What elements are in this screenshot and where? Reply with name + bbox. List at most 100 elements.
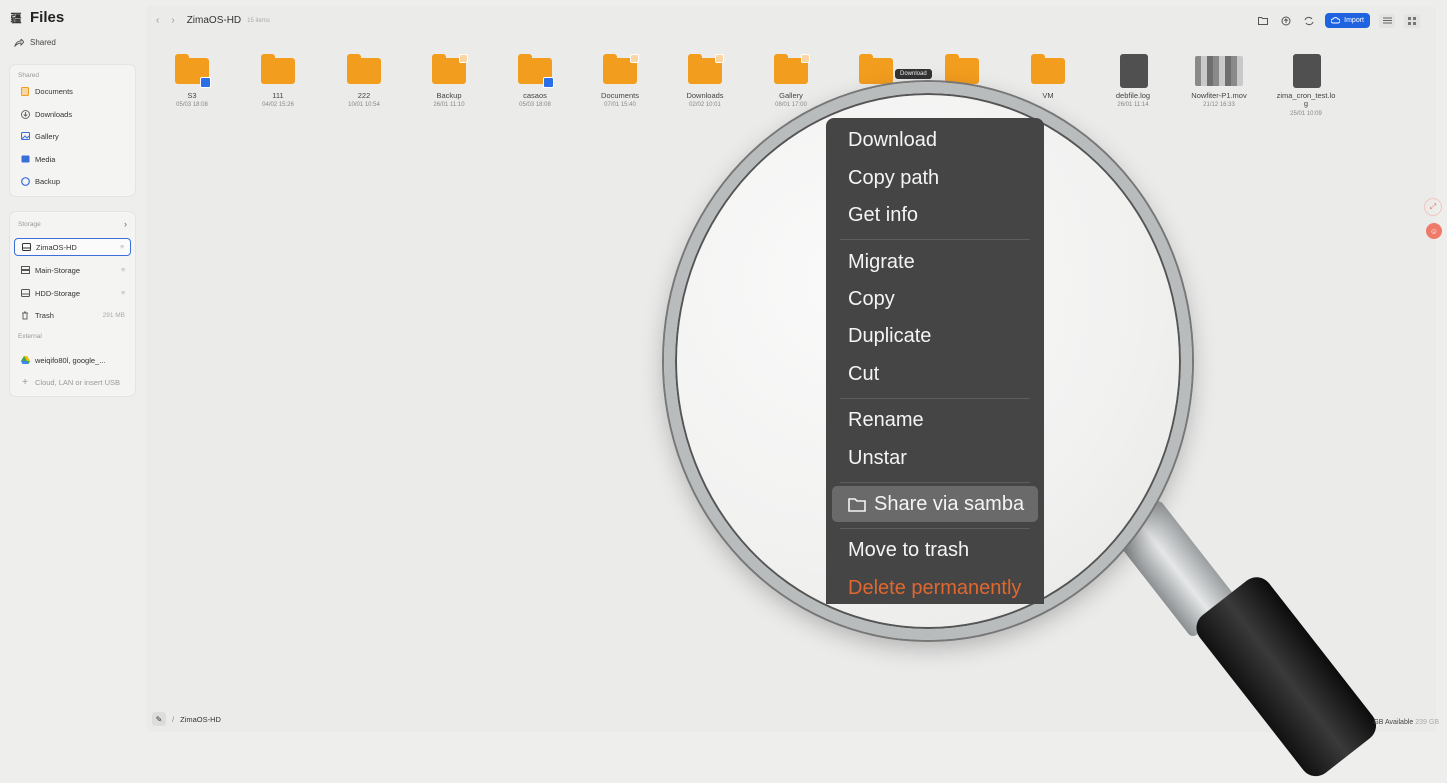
- panel-header: Shared: [18, 72, 39, 79]
- breadcrumb-current[interactable]: ZimaOS-HD: [187, 15, 241, 26]
- menu-item-share-via-samba[interactable]: Share via samba: [848, 493, 1024, 516]
- file-item[interactable]: 222 10/01 10:54: [324, 54, 404, 108]
- file-name: Documents: [601, 91, 639, 100]
- file-item[interactable]: Gallery 08/01 17:00: [751, 54, 831, 108]
- trash-size: 291 MB: [102, 311, 125, 319]
- sidebar-item-shared[interactable]: Shared: [14, 38, 56, 47]
- sidebar-item-backup[interactable]: Backup: [14, 172, 131, 190]
- import-button[interactable]: Import: [1325, 13, 1370, 28]
- file-item[interactable]: S3 05/03 18:08: [152, 54, 232, 108]
- chevron-right-icon[interactable]: ›: [124, 219, 127, 229]
- folder-icon: [774, 54, 810, 88]
- edit-icon[interactable]: ✎: [152, 712, 166, 726]
- add-storage-button[interactable]: + Cloud, LAN or insert USB: [14, 373, 131, 391]
- menu-item-get-info[interactable]: Get info: [848, 204, 918, 227]
- sidebar-item-google-drive[interactable]: weiqifo80l, google_...: [14, 351, 131, 369]
- google-drive-icon: [20, 355, 30, 365]
- back-icon[interactable]: ‹: [156, 15, 159, 26]
- sidebar-item-zimaos-hd[interactable]: ZimaOS-HD ≡: [14, 238, 131, 256]
- sidebar-item-downloads[interactable]: Downloads: [14, 105, 131, 123]
- sidebar-item-label: Cloud, LAN or insert USB: [35, 377, 121, 387]
- file-date: 05/03 18:08: [176, 102, 208, 109]
- upload-icon[interactable]: [1279, 14, 1293, 28]
- shared-badge-icon: [200, 77, 211, 88]
- menu-item-download[interactable]: Download: [848, 129, 937, 152]
- expand-icon[interactable]: ⤢: [1424, 198, 1442, 216]
- sidebar-item-media[interactable]: Media: [14, 150, 131, 168]
- available-label: GB Available: [1373, 719, 1414, 726]
- forward-icon[interactable]: ›: [171, 15, 174, 26]
- folder-icon: [175, 54, 211, 88]
- storage-available: GB Available 239 GB: [1373, 719, 1439, 726]
- sidebar-item-hdd-storage[interactable]: HDD-Storage ≡: [14, 284, 131, 302]
- folder-icon: [347, 54, 381, 88]
- plus-icon: +: [22, 376, 28, 388]
- document-icon: [20, 86, 30, 96]
- list-icon: ≡: [120, 243, 124, 251]
- context-menu: Download Copy path Get info Migrate Copy…: [826, 118, 1044, 604]
- path-separator: /: [172, 714, 175, 724]
- file-item[interactable]: zima_cron_test.lo g 25/01 10:09: [1266, 54, 1346, 117]
- menu-item-unstar[interactable]: Unstar: [848, 447, 907, 470]
- grid-view-icon[interactable]: [1404, 13, 1420, 28]
- file-name: Downloads: [686, 91, 724, 100]
- file-icon: [1289, 54, 1323, 88]
- share-icon: [14, 38, 24, 47]
- available-value: 239 GB: [1415, 719, 1439, 726]
- assistant-icon[interactable]: ☺: [1426, 223, 1442, 239]
- file-item[interactable]: Documents 07/01 15:40: [580, 54, 660, 108]
- file-date: 02/02 10:01: [689, 102, 721, 109]
- menu-item-delete-permanently[interactable]: Delete permanently: [848, 577, 1021, 600]
- sidebar-item-documents[interactable]: Documents: [14, 82, 131, 100]
- file-item[interactable]: VM: [1008, 54, 1088, 102]
- image-icon: [20, 131, 30, 141]
- menu-item-copy-path[interactable]: Copy path: [848, 167, 939, 190]
- menu-item-migrate[interactable]: Migrate: [848, 251, 915, 274]
- file-item[interactable]: debfile.log 26/01 11:14: [1093, 54, 1173, 108]
- sidebar-item-trash[interactable]: Trash 291 MB: [14, 306, 131, 324]
- folder-icon: [432, 54, 468, 88]
- status-path[interactable]: ZimaOS-HD: [180, 715, 221, 724]
- toolbar-actions: Import: [1256, 13, 1420, 28]
- sidebar-item-gallery[interactable]: Gallery: [14, 127, 131, 145]
- sidebar-item-label: Documents: [35, 86, 73, 96]
- file-item[interactable]: 111 04/02 15:26: [238, 54, 318, 108]
- menu-item-label: Share via samba: [874, 493, 1025, 515]
- item-count: 15 items: [247, 17, 270, 24]
- file-date: 04/02 15:26: [262, 102, 294, 109]
- file-name: 222: [357, 91, 371, 100]
- menu-item-duplicate[interactable]: Duplicate: [848, 325, 931, 348]
- file-date: 21/12 16:33: [1203, 102, 1235, 109]
- menu-item-rename[interactable]: Rename: [848, 409, 924, 432]
- drive-icon: [20, 288, 30, 298]
- file-date: 25/01 10:09: [1290, 110, 1322, 117]
- file-item[interactable]: casaos 05/03 18:08: [495, 54, 575, 108]
- file-date: 07/01 15:40: [604, 102, 636, 109]
- sync-badge-icon: [630, 54, 639, 63]
- sidebar-item-label: Main-Storage: [35, 265, 81, 275]
- folder-icon: [688, 54, 724, 88]
- file-item[interactable]: Downloads 02/02 10:01: [665, 54, 745, 108]
- file-item[interactable]: Nowfiter-P1.mov 21/12 16:33: [1179, 54, 1259, 108]
- sync-icon[interactable]: [1302, 14, 1316, 28]
- sidebar-item-label: Trash: [35, 310, 54, 320]
- new-folder-icon[interactable]: [1256, 14, 1270, 28]
- sidebar-item-label: Gallery: [35, 131, 59, 141]
- app-title: Files: [30, 9, 65, 26]
- sidebar-item-main-storage[interactable]: Main-Storage ≡: [14, 261, 131, 279]
- sync-badge-icon: [801, 54, 810, 63]
- file-item[interactable]: Backup 26/01 11:10: [409, 54, 489, 108]
- list-view-icon[interactable]: [1379, 13, 1395, 28]
- app-header: 疆 Files: [10, 9, 65, 26]
- file-name: Backup: [436, 91, 462, 100]
- folder-icon: [1031, 54, 1065, 88]
- menu-item-move-to-trash[interactable]: Move to trash: [848, 539, 969, 562]
- sidebar-item-label: Downloads: [35, 109, 73, 119]
- menu-item-copy[interactable]: Copy: [848, 288, 895, 311]
- file-date: 26/01 11:10: [433, 102, 465, 109]
- menu-item-cut[interactable]: Cut: [848, 363, 879, 386]
- file-name: Gallery: [779, 91, 803, 100]
- trash-icon: [20, 310, 30, 320]
- file-name: S3: [187, 91, 197, 100]
- file-date: 26/01 11:14: [1117, 102, 1149, 109]
